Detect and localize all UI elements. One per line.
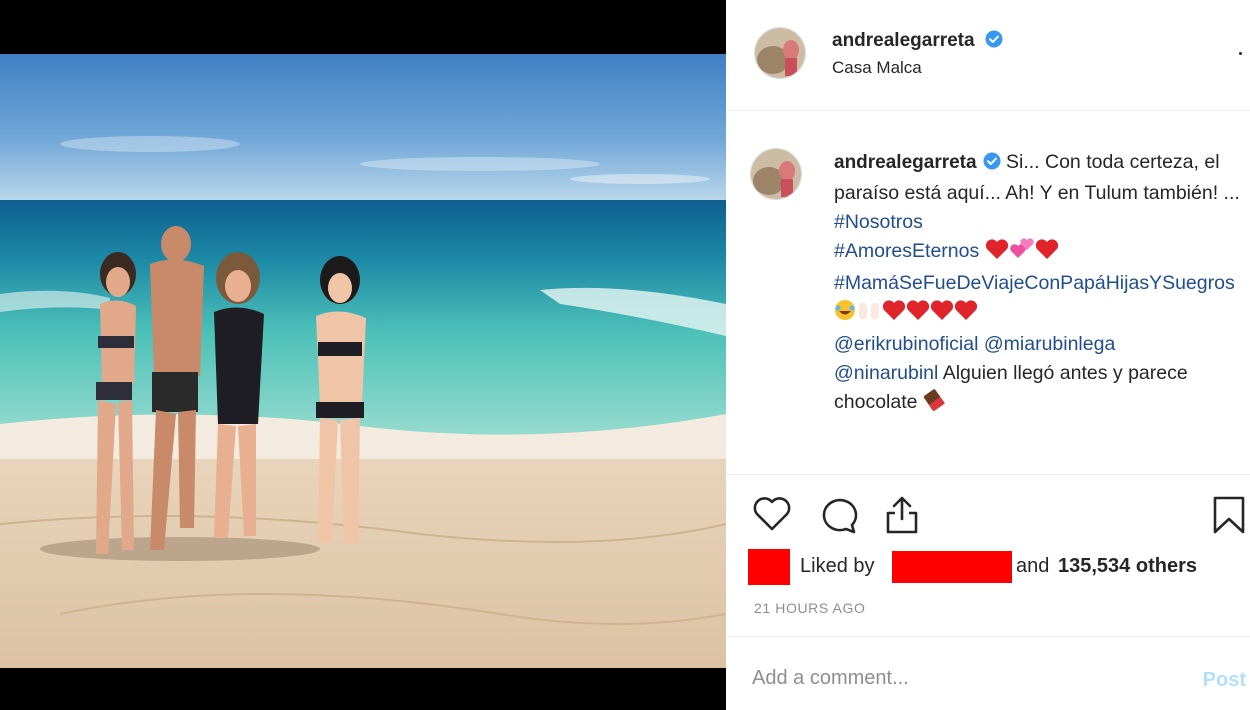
post-media[interactable] [0, 0, 726, 710]
heart-emoji [906, 299, 930, 330]
beach-photo[interactable] [0, 54, 726, 668]
comment-bar: Post [726, 636, 1250, 710]
heart-emoji [1035, 238, 1059, 269]
heart-icon[interactable] [752, 495, 792, 538]
post-comment-button[interactable]: Post [1203, 669, 1246, 692]
caption-verified-icon [983, 150, 1001, 179]
caption-avatar[interactable] [750, 148, 802, 200]
heart-emoji [930, 299, 954, 330]
caption-avatar-image [751, 149, 801, 199]
caption-username[interactable]: andrealegarreta [834, 152, 977, 173]
mention-erikrubinoficial[interactable]: @erikrubinoficial [834, 333, 978, 355]
header-username-row: andrealegarreta [832, 30, 1003, 53]
likes-count: 135,534 [1058, 555, 1131, 577]
avatar[interactable] [754, 27, 806, 79]
likes-connector: and [1016, 555, 1050, 577]
redacted-liker-avatar [748, 549, 790, 585]
chocolate-emoji [923, 389, 945, 420]
mention-ninarubinl[interactable]: @ninarubinl [834, 362, 938, 384]
liked-by-label: Liked by [800, 555, 875, 577]
post-header: andrealegarreta Casa Malca [726, 0, 1250, 111]
location-link[interactable]: Casa Malca [832, 58, 922, 78]
comment-input[interactable] [752, 667, 1132, 690]
hashtag-amores-eternos[interactable]: #AmoresEternos [834, 240, 979, 262]
comment-icon[interactable] [818, 495, 858, 540]
likes-others: others [1135, 555, 1197, 577]
caption: andrealegarreta Si... Con toda certeza, … [834, 148, 1250, 420]
header-username[interactable]: andrealegarreta [832, 30, 975, 51]
beach-photo-image [0, 54, 726, 668]
redacted-liker-name [892, 551, 1012, 583]
raised-hands-emoji [856, 299, 882, 330]
verified-icon [985, 30, 1003, 53]
heart-emoji [882, 299, 906, 330]
share-icon[interactable] [884, 495, 920, 540]
hashtag-nosotros[interactable]: #Nosotros [834, 211, 923, 233]
laughing-emoji [834, 299, 856, 330]
two-hearts-emoji [1009, 238, 1035, 269]
bookmark-icon[interactable] [1212, 495, 1246, 540]
likes-count-link[interactable]: 135,534 others [1058, 555, 1197, 578]
avatar-image [755, 28, 805, 78]
heart-emoji [954, 299, 978, 330]
likes-summary: Liked by and 135,534 others [748, 549, 1248, 585]
post-panel: andrealegarreta Casa Malca andrealegarre… [726, 0, 1250, 710]
mention-miarubinlega[interactable]: @miarubinlega [984, 333, 1115, 355]
hashtag-mama-se-fue-de-viaje[interactable]: #MamáSeFueDeViajeConPapáHijasYSuegros [834, 272, 1235, 294]
post-timestamp[interactable]: 21 HOURS AGO [754, 600, 865, 616]
heart-emoji [985, 238, 1009, 269]
more-options-icon[interactable] [1239, 52, 1242, 55]
